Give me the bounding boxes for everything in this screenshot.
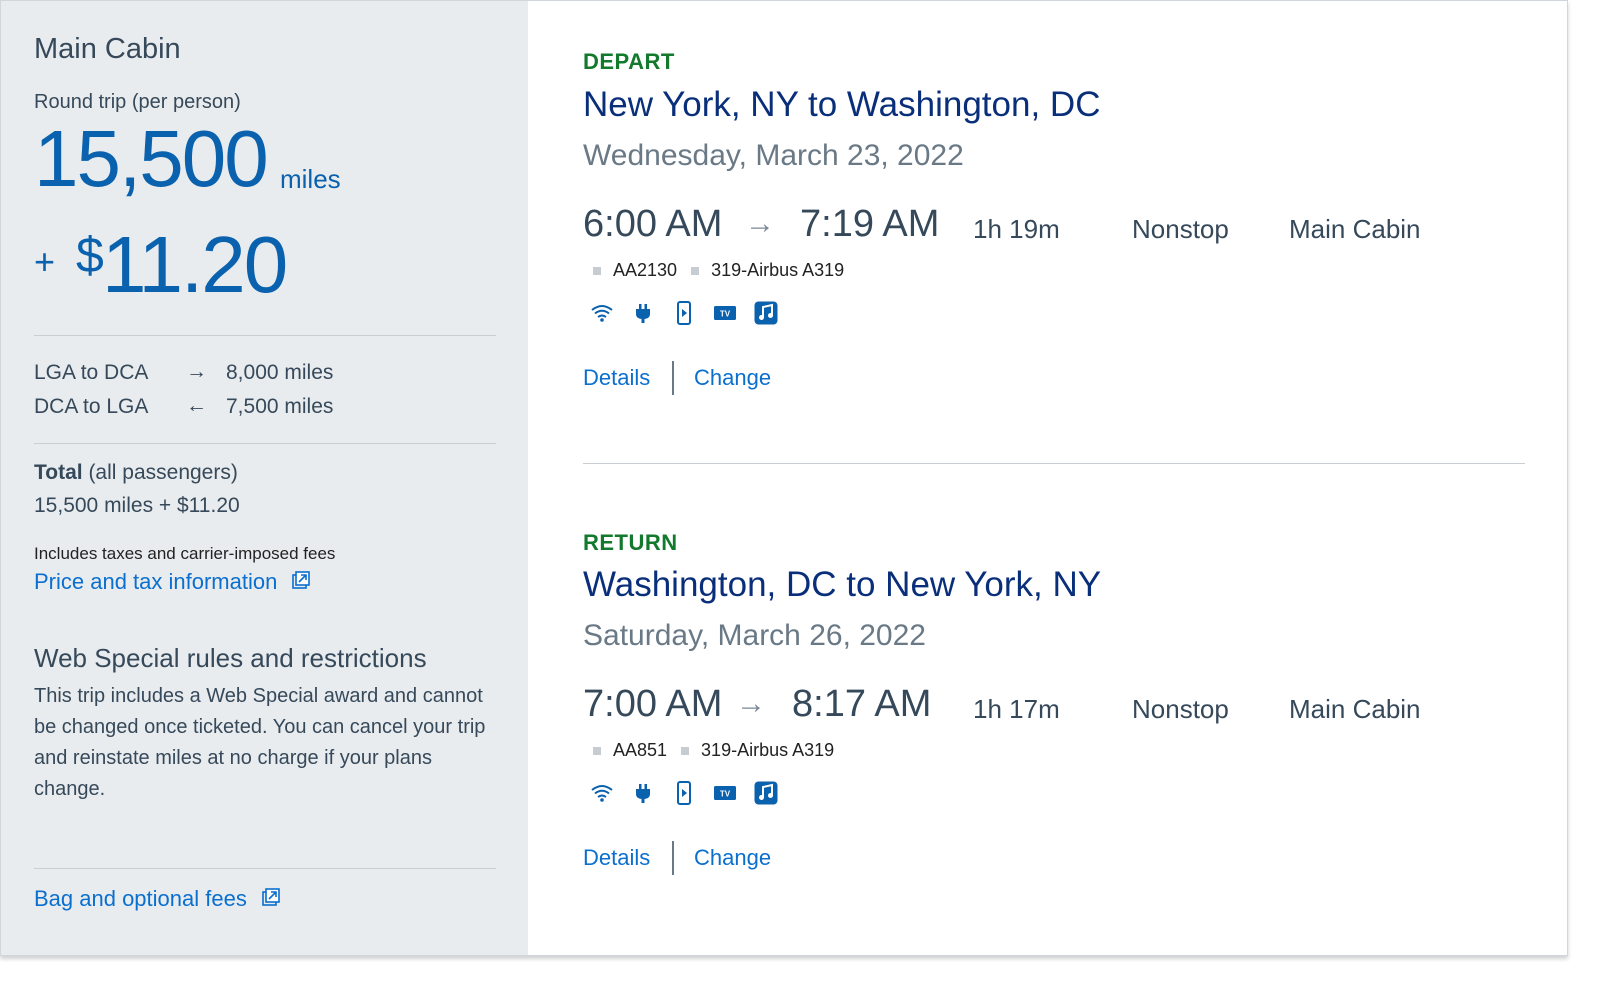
bullet-square (593, 267, 601, 276)
external-link-icon (261, 887, 281, 913)
flight-cabin: Main Cabin (1289, 694, 1421, 724)
cabin-title: Main Cabin (34, 33, 181, 65)
divider (34, 443, 496, 444)
details-link[interactable]: Details (583, 845, 650, 871)
miles-amount: 15,500 (34, 114, 269, 203)
bullet-square (691, 267, 700, 276)
right-arrow-icon: → (736, 687, 766, 720)
music-icon (753, 780, 779, 806)
power-outlet-icon (630, 780, 656, 806)
details-link[interactable]: Details (583, 365, 650, 391)
flight-route: Washington, DC to New York, NY (583, 565, 1102, 604)
action-separator (672, 361, 674, 395)
bag-fees-link[interactable]: Bag and optional fees (34, 886, 281, 913)
bullet-square (681, 747, 690, 756)
flight-divider (583, 463, 1525, 464)
tv-icon: TV (712, 780, 738, 806)
flight-route: New York, NY to Washington, DC (583, 85, 1101, 124)
flight-number: AA851 (613, 740, 668, 760)
direction-label: RETURN (583, 530, 678, 555)
tv-icon: TV (712, 300, 738, 326)
action-separator (672, 841, 674, 875)
change-link[interactable]: Change (694, 845, 771, 871)
rules-body: This trip includes a Web Special award a… (34, 685, 486, 800)
trip-summary-card: Main Cabin Round trip (per person) 15,50… (0, 0, 1568, 956)
total-label-bold: Total (34, 461, 83, 484)
flight-number-row: AA2130 319-Airbus A319 (593, 260, 844, 281)
power-outlet-icon (630, 300, 656, 326)
cash-amount: 11.20 (102, 220, 288, 309)
price-tax-info-label: Price and tax information (34, 569, 278, 594)
depart-time: 7:00 AM (583, 683, 723, 725)
wifi-icon (589, 300, 615, 326)
svg-text:TV: TV (720, 790, 731, 799)
plus-sign: + (34, 241, 56, 282)
price-tax-info-link[interactable]: Price and tax information (34, 569, 311, 596)
miles-unit: miles (280, 164, 341, 194)
depart-time: 6:00 AM (583, 203, 723, 245)
currency-symbol: $ (76, 227, 104, 283)
total-label: Total (all passengers) (34, 461, 238, 485)
aircraft-type: 319-Airbus A319 (711, 260, 845, 280)
device-entertainment-icon (671, 300, 697, 326)
flight-number: AA2130 (613, 260, 678, 280)
flight-number-row: AA851 319-Airbus A319 (593, 740, 834, 761)
change-link[interactable]: Change (694, 365, 771, 391)
total-label-suffix: (all passengers) (82, 461, 238, 484)
left-arrow-icon: ← (186, 394, 207, 417)
price-summary-panel: Main Cabin Round trip (per person) 15,50… (1, 1, 528, 955)
music-icon (753, 300, 779, 326)
aircraft-type: 319-Airbus A319 (701, 740, 835, 760)
segment-miles: 7,500 miles (226, 395, 334, 418)
segment-miles: 8,000 miles (226, 361, 334, 384)
direction-label: DEPART (583, 49, 675, 74)
flight-duration: 1h 19m (973, 214, 1060, 244)
bag-fees-label: Bag and optional fees (34, 886, 247, 911)
flight-stops: Nonstop (1132, 694, 1229, 724)
fees-note: Includes taxes and carrier-imposed fees (34, 544, 336, 563)
device-entertainment-icon (671, 780, 697, 806)
right-arrow-icon: → (186, 360, 207, 383)
total-value: 15,500 miles + $11.20 (34, 494, 240, 517)
svg-text:TV: TV (720, 310, 731, 319)
flight-stops: Nonstop (1132, 214, 1229, 244)
divider (34, 335, 496, 336)
segment-route: LGA to DCA (34, 361, 149, 384)
trip-type-label: Round trip (per person) (34, 91, 241, 113)
flight-date: Saturday, March 26, 2022 (583, 619, 926, 652)
right-arrow-icon: → (745, 207, 775, 240)
divider (34, 868, 496, 869)
arrive-time: 7:19 AM (800, 203, 940, 245)
flight-cabin: Main Cabin (1289, 214, 1421, 244)
arrive-time: 8:17 AM (792, 683, 932, 725)
flight-duration: 1h 17m (973, 694, 1060, 724)
wifi-icon (589, 780, 615, 806)
bullet-square (593, 747, 601, 756)
external-link-icon (291, 570, 311, 596)
rules-title: Web Special rules and restrictions (34, 643, 427, 673)
flight-date: Wednesday, March 23, 2022 (583, 139, 964, 172)
segment-route: DCA to LGA (34, 395, 149, 418)
